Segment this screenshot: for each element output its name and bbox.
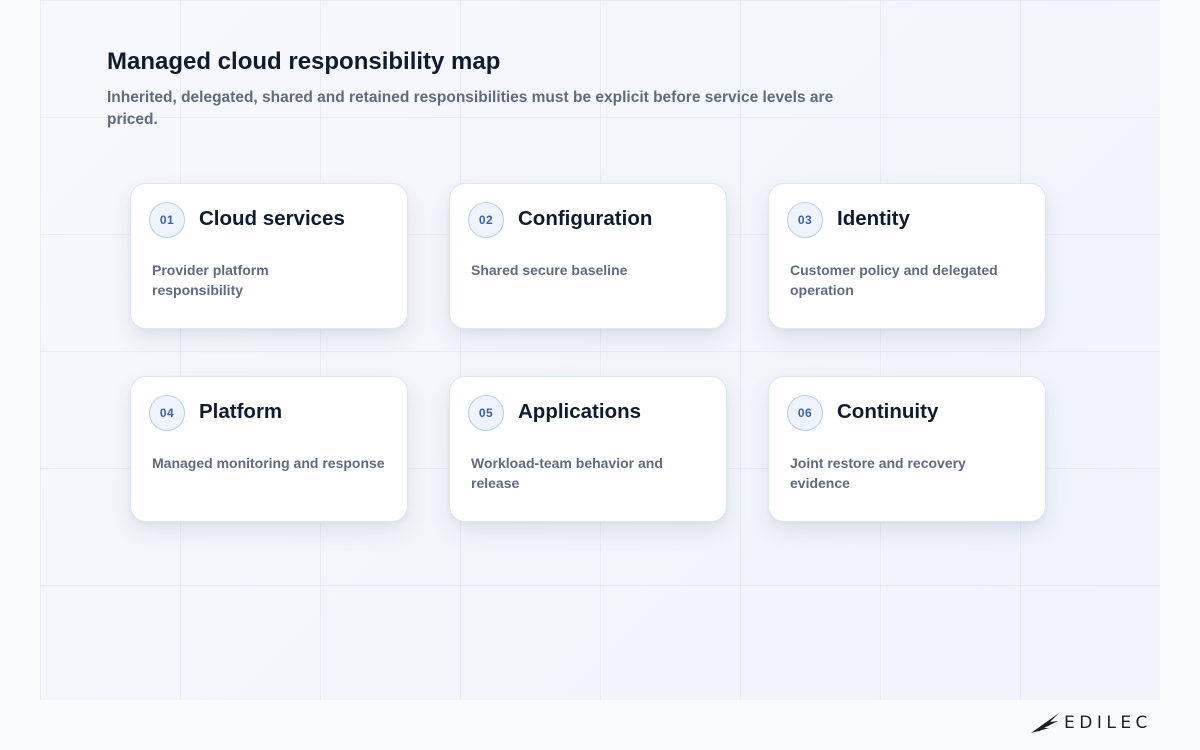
card-number-badge: 06 (787, 395, 823, 431)
card-title: Cloud services (199, 207, 345, 230)
page-subtitle: Inherited, delegated, shared and retaine… (107, 89, 834, 128)
card-description: Customer policy and delegated operation (790, 262, 998, 298)
card-title: Identity (837, 207, 910, 230)
card-number-badge: 02 (468, 202, 504, 238)
card-title: Continuity (837, 400, 939, 423)
card-configuration: 02 Configuration Shared secure baseline (449, 183, 727, 329)
bird-wing-icon (1031, 713, 1059, 733)
card-description: Joint restore and recovery evidence (790, 455, 966, 491)
card-description: Shared secure baseline (471, 262, 628, 278)
card-number-badge: 05 (468, 395, 504, 431)
card-continuity: 06 Continuity Joint restore and recovery… (768, 376, 1046, 522)
card-title: Platform (199, 400, 283, 423)
card-number-badge: 01 (149, 202, 185, 238)
card-title: Applications (518, 400, 642, 423)
card-title: Configuration (518, 207, 653, 230)
card-applications: 05 Applications Workload-team behavior a… (449, 376, 727, 522)
card-description: Provider platform responsibility (152, 262, 269, 298)
card-number-badge: 03 (787, 202, 823, 238)
card-platform: 04 Platform Managed monitoring and respo… (130, 376, 408, 522)
card-number-badge: 04 (149, 395, 185, 431)
card-identity: 03 Identity Customer policy and delegate… (768, 183, 1046, 329)
page-title: Managed cloud responsibility map (107, 48, 501, 75)
card-description: Workload-team behavior and release (471, 455, 663, 491)
card-description: Managed monitoring and response (152, 455, 385, 471)
card-cloud-services: 01 Cloud services Provider platform resp… (130, 183, 408, 329)
brand-logo: EDILEC (1030, 710, 1152, 736)
brand-name: EDILEC (1064, 713, 1152, 733)
